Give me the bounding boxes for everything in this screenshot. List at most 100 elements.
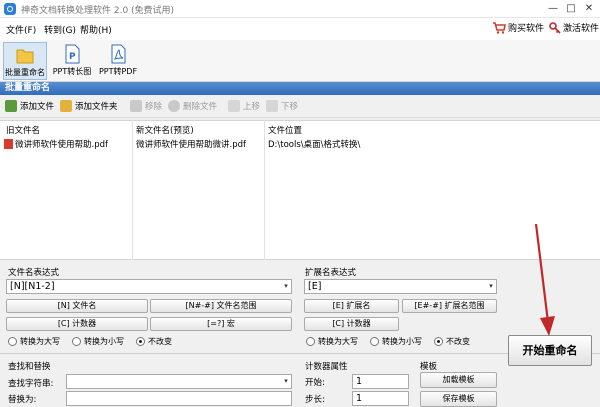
ext-case-lowercase-radio[interactable]: 转换为小写 [370, 336, 422, 347]
insert-macro-button[interactable]: [=?] 宏 [150, 317, 292, 331]
add-file-label: 添加文件 [20, 102, 55, 112]
ext-expr-value: [E] [308, 281, 322, 292]
column-divider [132, 120, 133, 260]
section-header: 批量重命名 [0, 82, 600, 95]
activate-software-button[interactable]: 激活软件 [549, 21, 599, 34]
minimize-button[interactable]: — [545, 2, 561, 15]
insert-counter-button[interactable]: [C] 计数器 [6, 317, 148, 331]
load-template-button[interactable]: 加载模板 [420, 372, 497, 388]
radio-circle [370, 337, 379, 346]
counter-start-label: 开始: [305, 378, 325, 388]
tab-ppt-long-image-label: PPT转长图 [52, 67, 92, 76]
ext-expr-input[interactable]: [E] ▾ [304, 279, 497, 294]
ext-expr-label: 扩展名表达式 [305, 268, 357, 278]
menu-help[interactable]: 帮助(H) [80, 23, 112, 36]
delete-icon [168, 100, 180, 112]
ext-case-unchanged-radio[interactable]: 不改变 [434, 336, 470, 347]
buy-software-label: 购买软件 [508, 24, 545, 34]
replace-with-input[interactable] [66, 391, 292, 406]
filename-case-uppercase-radio[interactable]: 转换为大写 [8, 336, 60, 347]
tab-ppt-pdf[interactable]: PPT转PDF [96, 42, 140, 80]
buy-software-button[interactable]: 购买软件 [492, 21, 544, 34]
move-down-label: 下移 [281, 102, 299, 112]
delete-file-label: 删除文件 [183, 102, 218, 112]
remove-button[interactable]: 移除 [130, 100, 162, 112]
filename-case-unchanged-radio[interactable]: 不改变 [136, 336, 172, 347]
cart-icon [493, 21, 506, 34]
counter-properties-label: 计数器属性 [305, 362, 348, 372]
add-folder-label: 添加文件夹 [75, 102, 118, 112]
activate-software-label: 激活软件 [563, 24, 600, 34]
column-divider [264, 120, 265, 260]
remove-label: 移除 [145, 102, 163, 112]
column-header-location[interactable]: 文件位置 [268, 124, 302, 136]
cell-old-name: 微讲师软件使用帮助.pdf [15, 140, 108, 150]
insert-ext-button[interactable]: [E] 扩展名 [304, 299, 399, 313]
menu-file[interactable]: 文件(F) [6, 23, 36, 36]
save-template-button[interactable]: 保存模板 [420, 391, 497, 407]
counter-step-input[interactable]: 1 [352, 391, 409, 406]
key-icon [549, 21, 561, 34]
filename-expr-value: [N][N1-2] [10, 281, 55, 292]
radio-circle-selected [434, 337, 443, 346]
add-folder-icon [60, 100, 72, 112]
counter-start-input[interactable]: 1 [352, 374, 409, 389]
pdf-file-icon [111, 44, 126, 64]
close-button[interactable]: ✕ [581, 2, 597, 15]
folder-icon [16, 49, 34, 64]
add-file-icon [5, 100, 17, 112]
window-title: 神奇文档转换处理软件 2.0 (免费试用) [21, 6, 175, 16]
filename-expr-label: 文件名表达式 [8, 268, 60, 278]
chevron-down-icon[interactable]: ▾ [281, 375, 291, 388]
remove-icon [130, 100, 142, 112]
insert-filename-range-button[interactable]: [N#-#] 文件名范围 [150, 299, 292, 313]
filename-expr-input[interactable]: [N][N1-2] ▾ [6, 279, 292, 294]
radio-circle [72, 337, 81, 346]
radio-label: 转换为小写 [382, 337, 422, 346]
radio-label: 转换为大写 [318, 337, 358, 346]
radio-label: 转换为小写 [84, 337, 124, 346]
insert-ext-counter-button[interactable]: [C] 计数器 [304, 317, 399, 331]
radio-label: 转换为大写 [20, 337, 60, 346]
ppt-file-icon: P [65, 44, 80, 64]
insert-ext-range-button[interactable]: [E#-#] 扩展名范围 [402, 299, 497, 313]
radio-circle-selected [136, 337, 145, 346]
find-replace-label: 查找和替换 [8, 362, 51, 372]
annotation-arrow [534, 223, 555, 336]
menu-goto[interactable]: 转到(G) [44, 23, 76, 36]
app-logo-icon [4, 3, 16, 15]
column-header-new-name[interactable]: 新文件名(预览) [136, 124, 194, 136]
add-folder-button[interactable]: 添加文件夹 [60, 100, 118, 112]
delete-file-button[interactable]: 删除文件 [168, 100, 217, 112]
radio-label: 不改变 [148, 337, 172, 346]
filename-case-lowercase-radio[interactable]: 转换为小写 [72, 336, 124, 347]
move-up-button[interactable]: 上移 [228, 100, 260, 112]
start-rename-button[interactable]: 开始重命名 [508, 335, 592, 366]
tab-ppt-pdf-label: PPT转PDF [98, 67, 138, 76]
radio-circle [306, 337, 315, 346]
insert-filename-button[interactable]: [N] 文件名 [6, 299, 148, 313]
radio-circle [8, 337, 17, 346]
restore-button[interactable]: □ [563, 2, 579, 15]
chevron-down-icon[interactable]: ▾ [486, 280, 496, 293]
replace-with-label: 替换为: [8, 395, 37, 405]
svg-text:P: P [69, 52, 76, 62]
tab-batch-rename-label: 批量重命名 [5, 68, 45, 77]
arrow-down-icon [266, 100, 278, 112]
radio-label: 不改变 [446, 337, 470, 346]
table-row[interactable]: 微讲师软件使用帮助.pdf [4, 138, 108, 150]
ext-case-uppercase-radio[interactable]: 转换为大写 [306, 336, 358, 347]
add-file-button[interactable]: 添加文件 [5, 100, 54, 112]
tab-batch-rename[interactable]: 批量重命名 [3, 42, 47, 80]
find-string-label: 查找字符串: [8, 379, 54, 389]
tab-ppt-long-image[interactable]: P PPT转长图 [50, 42, 94, 80]
move-down-button[interactable]: 下移 [266, 100, 298, 112]
cell-location: D:\tools\桌面\格式转换\ [268, 140, 361, 150]
find-string-input[interactable]: ▾ [66, 374, 292, 389]
move-up-label: 上移 [243, 102, 261, 112]
column-header-old-name[interactable]: 旧文件名 [6, 124, 40, 136]
template-label: 模板 [420, 362, 438, 372]
chevron-down-icon[interactable]: ▾ [281, 280, 291, 293]
counter-step-label: 步长: [305, 395, 325, 405]
arrow-up-icon [228, 100, 240, 112]
